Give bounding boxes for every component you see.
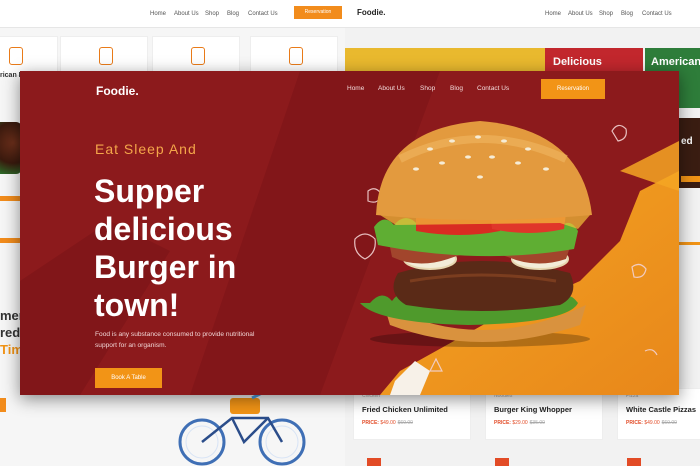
- price-label: PRICE:: [362, 420, 379, 426]
- bg-logo[interactable]: Foodie.: [357, 8, 385, 17]
- nav-about-us[interactable]: About Us: [378, 85, 405, 92]
- old-price: $69.00: [397, 420, 413, 426]
- old-price: $69.00: [661, 420, 677, 426]
- product-card[interactable]: Pizza White Castle Pizzas PRICE: $49.00 $…: [617, 388, 700, 440]
- promo-dark-title: ed: [681, 136, 693, 147]
- hero-tagline: Eat Sleep And: [95, 141, 197, 157]
- site-logo[interactable]: Foodie.: [96, 84, 139, 98]
- drink-icon: [99, 47, 113, 65]
- hero-description: Food is any substance consumed to provid…: [95, 329, 325, 351]
- bg-nav-contact[interactable]: Contact Us: [248, 11, 278, 17]
- price-label: PRICE:: [626, 420, 643, 426]
- food-thumbnail: [0, 122, 22, 174]
- bg-nav-about[interactable]: About Us: [568, 11, 593, 17]
- cart-badge[interactable]: [367, 458, 381, 466]
- orange-stripe: [0, 398, 6, 412]
- bg-nav-contact[interactable]: Contact Us: [642, 11, 672, 17]
- old-price: $35.00: [529, 420, 545, 426]
- bg-nav-about[interactable]: About Us: [174, 11, 199, 17]
- nav-home[interactable]: Home: [347, 85, 364, 92]
- bg-nav-shop[interactable]: Shop: [205, 11, 219, 17]
- pizza-icon: [9, 47, 23, 65]
- burger-icon: [289, 47, 303, 65]
- product-price: PRICE: $49.00 $69.00: [626, 420, 677, 426]
- promo-dark-button[interactable]: [681, 176, 700, 182]
- price-value: $49.00: [644, 420, 660, 426]
- bg-nav-blog[interactable]: Blog: [621, 11, 633, 17]
- bg-nav-home[interactable]: Home: [545, 11, 561, 17]
- promo-banner-yellow: [345, 48, 545, 72]
- category-card[interactable]: [0, 36, 58, 76]
- orange-stripe: [0, 196, 22, 201]
- orange-stripe: [0, 238, 22, 243]
- product-card[interactable]: Noodles Burger King Whopper PRICE: $29.0…: [485, 388, 603, 440]
- category-card[interactable]: [152, 36, 240, 76]
- product-price: PRICE: $49.00 $69.00: [362, 420, 413, 426]
- hero-headline: Supper delicious Burger in town!: [94, 172, 294, 324]
- product-name[interactable]: Burger King Whopper: [494, 405, 572, 414]
- background-navbar-right: Foodie. Home About Us Shop Blog Contact …: [345, 0, 700, 28]
- headline-line: Supper: [94, 173, 205, 209]
- headline-line: Burger in: [94, 249, 237, 285]
- promo-title: Delicious: [553, 56, 602, 68]
- background-navbar-left: Home About Us Shop Blog Contact Us Reser…: [0, 0, 345, 28]
- category-card[interactable]: [250, 36, 338, 76]
- category-card[interactable]: [60, 36, 148, 76]
- price-value: $29.00: [512, 420, 528, 426]
- headline-line: town!: [94, 287, 180, 323]
- promo-dark-card: ed: [679, 118, 700, 188]
- nav-shop[interactable]: Shop: [420, 85, 435, 92]
- product-price: PRICE: $29.00 $35.00: [494, 420, 545, 426]
- bg-reservation-button[interactable]: Reservation: [294, 6, 342, 19]
- bicycle-illustration: [178, 392, 306, 466]
- hero-section: Foodie. Home About Us Shop Blog Contact …: [20, 71, 679, 395]
- slider-dot[interactable]: [679, 242, 700, 245]
- promo-title: American: [651, 56, 700, 68]
- description-line: Food is any substance consumed to provid…: [95, 331, 255, 338]
- price-label: PRICE:: [494, 420, 511, 426]
- cart-badge[interactable]: [627, 458, 641, 466]
- description-line: support for an organism.: [95, 342, 167, 349]
- burger-image: [360, 121, 592, 347]
- bg-nav-blog[interactable]: Blog: [227, 11, 239, 17]
- nav-blog[interactable]: Blog: [450, 85, 463, 92]
- reservation-button[interactable]: Reservation: [541, 79, 605, 99]
- bg-nav-shop[interactable]: Shop: [599, 11, 613, 17]
- book-a-table-button[interactable]: Book A Table: [95, 368, 162, 388]
- product-name[interactable]: Fried Chicken Unlimited: [362, 405, 448, 414]
- fries-icon: [191, 47, 205, 65]
- bg-nav-home[interactable]: Home: [150, 11, 166, 17]
- product-card[interactable]: Chicken Fried Chicken Unlimited PRICE: $…: [353, 388, 471, 440]
- cart-badge[interactable]: [495, 458, 509, 466]
- price-value: $49.00: [380, 420, 396, 426]
- headline-line: delicious: [94, 211, 233, 247]
- product-name[interactable]: White Castle Pizzas: [626, 405, 696, 414]
- nav-contact-us[interactable]: Contact Us: [477, 85, 509, 92]
